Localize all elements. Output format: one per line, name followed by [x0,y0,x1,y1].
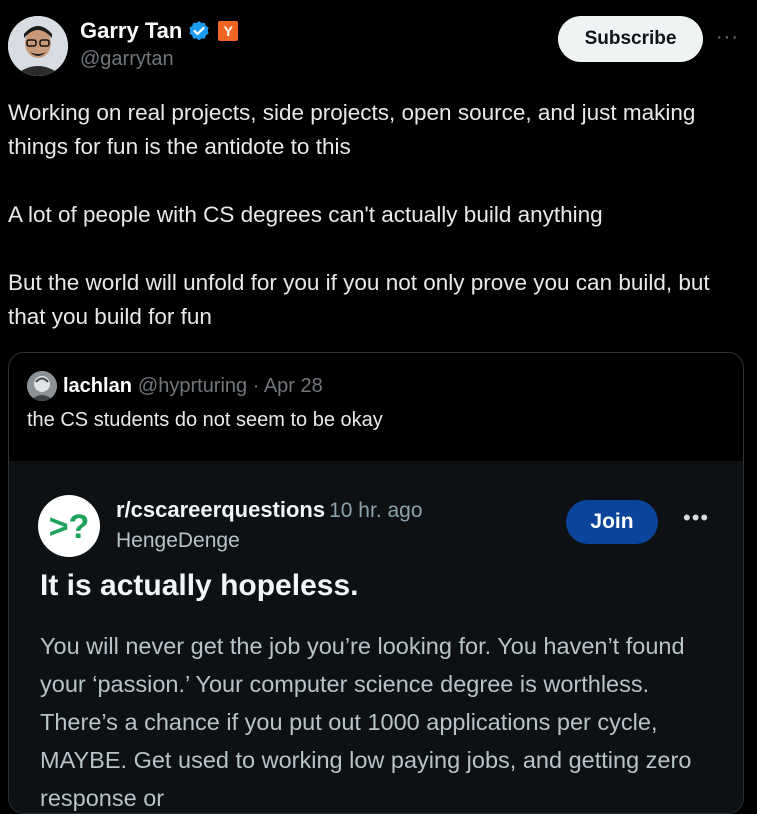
yc-badge-icon: Y [218,21,239,41]
quoted-text: the CS students do not seem to be okay [27,409,383,431]
tweet-text: Working on real projects, side projects,… [8,96,748,334]
quoted-avatar[interactable] [27,371,57,401]
subreddit-name: r/cscareerquestions [116,497,326,522]
svg-text:>?: >? [49,508,90,546]
tweet-paragraph: But the world will unfold for you if you… [8,270,710,329]
quoted-header: lachlan @hyprturing · Apr 28 [27,371,323,401]
subreddit-row: r/cscareerquestions 10 hr. ago [116,497,423,523]
author-name[interactable]: Garry Tan [80,18,182,44]
author-name-row[interactable]: Garry Tan Y [80,18,239,44]
post-author: HengeDenge [116,529,240,552]
author-avatar[interactable] [8,16,68,76]
join-button: Join [566,500,658,544]
tweet-paragraph: Working on real projects, side projects,… [8,100,696,159]
post-more-icon: ••• [683,505,710,530]
post-title: It is actually hopeless. [40,569,359,602]
verified-badge-icon [189,21,209,41]
post-time: 10 hr. ago [329,499,423,522]
quoted-image[interactable]: >? r/cscareerquestions 10 hr. ago HengeDe… [9,461,743,813]
subscribe-button[interactable]: Subscribe [558,16,703,62]
quoted-tweet[interactable]: lachlan @hyprturing · Apr 28 the CS stud… [8,352,744,814]
author-handle[interactable]: @garrytan [80,48,174,71]
post-body: You will never get the job you’re lookin… [40,633,692,811]
quoted-name[interactable]: lachlan [63,375,132,398]
tweet-paragraph: A lot of people with CS degrees can't ac… [8,202,603,227]
quoted-handle-time: @hyprturing · Apr 28 [137,374,323,397]
more-options-icon[interactable]: ··· [716,26,739,49]
subreddit-icon: >? [38,495,100,557]
